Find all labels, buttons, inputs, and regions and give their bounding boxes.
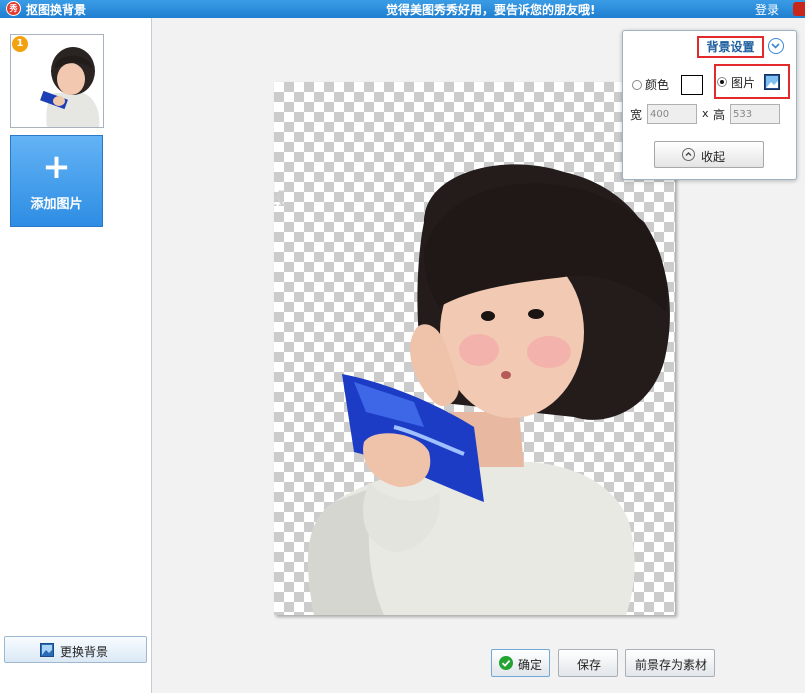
- picture-icon[interactable]: [764, 74, 780, 90]
- child-cutout-image: k: [274, 164, 670, 615]
- width-label: 宽: [630, 108, 643, 122]
- picture-icon: [40, 643, 54, 657]
- save-button[interactable]: 保存: [558, 649, 618, 677]
- save-foreground-button[interactable]: 前景存为素材: [625, 649, 715, 677]
- collapse-button[interactable]: 收起: [654, 141, 764, 168]
- save-label: 保存: [577, 658, 602, 672]
- color-swatch[interactable]: [681, 75, 703, 95]
- add-image-label: 添加图片: [30, 197, 83, 212]
- plus-icon: +: [42, 147, 71, 187]
- corner-logo-icon: [793, 2, 805, 16]
- height-label: 高: [713, 108, 726, 122]
- save-foreground-label: 前景存为素材: [635, 658, 708, 672]
- color-option-label: 颜色: [645, 78, 670, 92]
- confirm-button[interactable]: 确定: [491, 649, 550, 677]
- image-thumbnail[interactable]: 1: [10, 34, 104, 128]
- collapse-label: 收起: [701, 150, 726, 164]
- add-image-button[interactable]: + 添加图片: [10, 135, 103, 227]
- login-link[interactable]: 登录: [755, 1, 779, 18]
- image-radio[interactable]: [717, 77, 727, 87]
- svg-text:k: k: [274, 179, 287, 214]
- title-bar: 秀 抠图换背景 觉得美图秀秀好用，要告诉您的朋友哦! 登录: [0, 0, 805, 18]
- check-icon: [499, 656, 513, 670]
- height-input[interactable]: [730, 104, 780, 124]
- image-sidebar: 1 + 添加图片: [0, 18, 152, 693]
- image-option-label: 图片: [731, 76, 756, 90]
- chevron-down-icon[interactable]: [768, 38, 784, 54]
- change-background-label: 更换背景: [60, 645, 109, 659]
- width-input[interactable]: [647, 104, 697, 124]
- window-title: 抠图换背景: [26, 3, 87, 17]
- change-background-button[interactable]: 更换背景: [4, 636, 147, 663]
- cutout-preview[interactable]: k: [274, 82, 675, 615]
- chevron-up-icon: [682, 148, 695, 161]
- times-label: x: [702, 107, 709, 120]
- xiuxiu-logo-icon: 秀: [6, 1, 21, 16]
- color-radio[interactable]: [632, 80, 642, 90]
- slogan-text: 觉得美图秀秀好用，要告诉您的朋友哦!: [386, 3, 596, 17]
- confirm-label: 确定: [518, 658, 543, 672]
- background-settings-title[interactable]: 背景设置: [697, 36, 764, 58]
- thumbnail-badge: 1: [12, 36, 28, 52]
